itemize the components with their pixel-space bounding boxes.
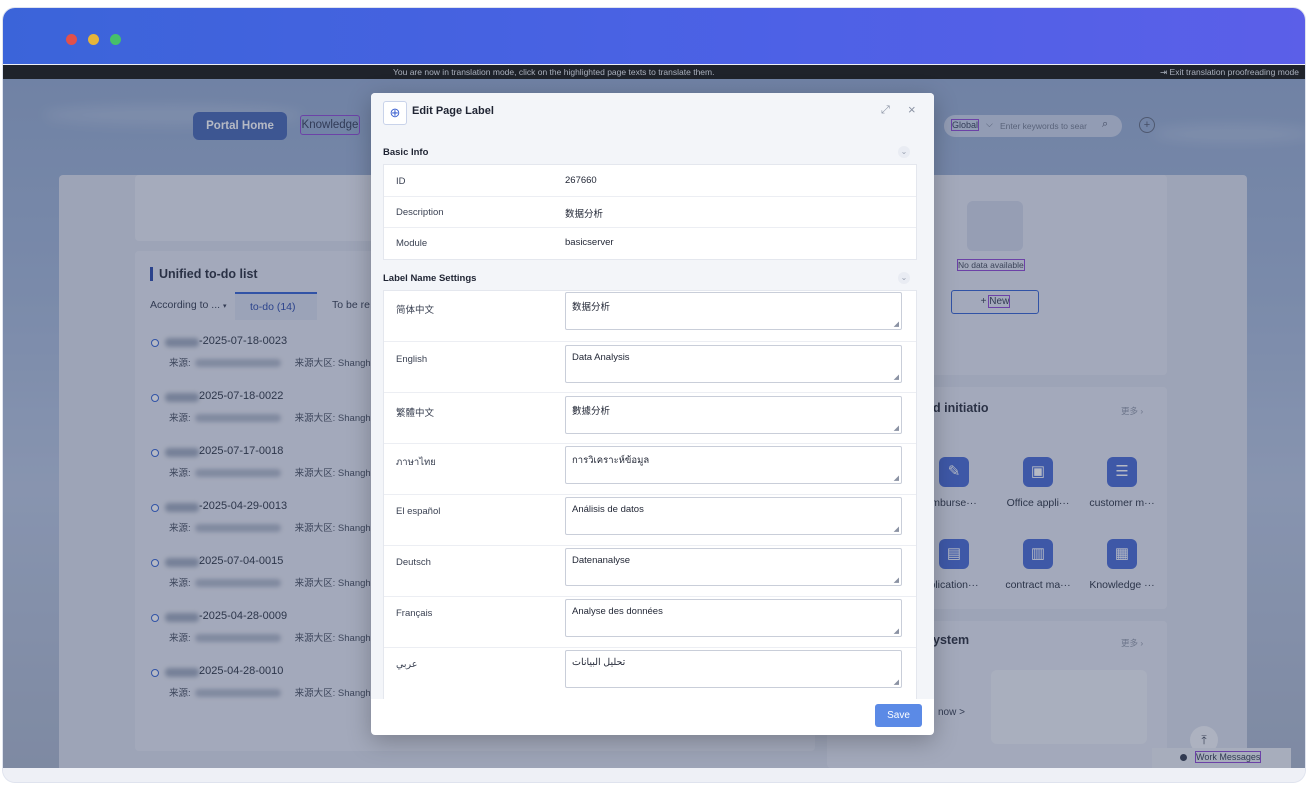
table-row: عربي تحليل البيانات ◢ bbox=[384, 648, 916, 699]
resize-grip-icon: ◢ bbox=[893, 526, 899, 533]
window-footer bbox=[3, 768, 1305, 782]
exit-translation-link[interactable]: ⇥ Exit translation proofreading mode bbox=[1160, 65, 1299, 79]
resize-grip-icon: ◢ bbox=[893, 425, 899, 432]
label-input-zh-cn[interactable]: 数据分析 ◢ bbox=[565, 292, 902, 330]
table-row: El español Análisis de datos ◢ bbox=[384, 495, 916, 546]
collapse-label-settings-icon[interactable]: ⌄ bbox=[898, 272, 910, 284]
label-settings-title: Label Name Settings bbox=[383, 273, 477, 284]
table-row: 简体中文 数据分析 ◢ bbox=[384, 291, 916, 342]
basic-info-table: ID 267660 Description 数据分析 Module basics… bbox=[383, 164, 917, 260]
close-dot-icon[interactable] bbox=[66, 34, 77, 45]
collapse-basic-info-icon[interactable]: ⌄ bbox=[898, 146, 910, 158]
table-row: Module basicserver bbox=[396, 237, 614, 249]
table-row: English Data Analysis ◢ bbox=[384, 342, 916, 393]
resize-grip-icon: ◢ bbox=[893, 321, 899, 328]
label-input-th[interactable]: การวิเคราะห์ข้อมูล ◢ bbox=[565, 446, 902, 484]
edit-page-label-dialog: ⊕ Edit Page Label ⤢ × Basic Info ⌄ ID 26… bbox=[371, 93, 934, 735]
dialog-header: ⊕ Edit Page Label ⤢ × bbox=[371, 93, 934, 131]
minimize-dot-icon[interactable] bbox=[88, 34, 99, 45]
dialog-title: Edit Page Label bbox=[412, 105, 494, 117]
maximize-dot-icon[interactable] bbox=[110, 34, 121, 45]
table-row: 繁體中文 數據分析 ◢ bbox=[384, 393, 916, 444]
table-row: Deutsch Datenanalyse ◢ bbox=[384, 546, 916, 597]
table-row: Français Analyse des données ◢ bbox=[384, 597, 916, 648]
dialog-body: Basic Info ⌄ ID 267660 Description 数据分析 … bbox=[371, 131, 934, 699]
exit-icon: ⇥ bbox=[1160, 67, 1170, 77]
globe-icon: ⊕ bbox=[383, 101, 407, 125]
label-input-en[interactable]: Data Analysis ◢ bbox=[565, 345, 902, 383]
resize-grip-icon: ◢ bbox=[893, 577, 899, 584]
close-icon[interactable]: × bbox=[908, 102, 916, 117]
label-settings-table: 简体中文 数据分析 ◢ English Data Analysis ◢ 繁體中文 數… bbox=[383, 290, 917, 699]
resize-grip-icon: ◢ bbox=[893, 679, 899, 686]
label-input-zh-tw[interactable]: 數據分析 ◢ bbox=[565, 396, 902, 434]
resize-grip-icon: ◢ bbox=[893, 374, 899, 381]
label-input-fr[interactable]: Analyse des données ◢ bbox=[565, 599, 902, 637]
label-input-es[interactable]: Análisis de datos ◢ bbox=[565, 497, 902, 535]
label-input-de[interactable]: Datenanalyse ◢ bbox=[565, 548, 902, 586]
expand-icon[interactable]: ⤢ bbox=[881, 104, 890, 117]
label-input-ar[interactable]: تحليل البيانات ◢ bbox=[565, 650, 902, 688]
save-button[interactable]: Save bbox=[875, 704, 922, 727]
translation-notice: You are now in translation mode, click o… bbox=[393, 67, 715, 77]
table-row: ภาษาไทย การวิเคราะห์ข้อมูล ◢ bbox=[384, 444, 916, 495]
basic-info-title: Basic Info bbox=[383, 147, 429, 158]
window-titlebar bbox=[3, 8, 1305, 64]
resize-grip-icon: ◢ bbox=[893, 475, 899, 482]
translation-mode-bar: You are now in translation mode, click o… bbox=[3, 65, 1305, 79]
table-row: ID 267660 bbox=[384, 165, 916, 197]
resize-grip-icon: ◢ bbox=[893, 628, 899, 635]
table-row: Description 数据分析 bbox=[384, 196, 916, 228]
